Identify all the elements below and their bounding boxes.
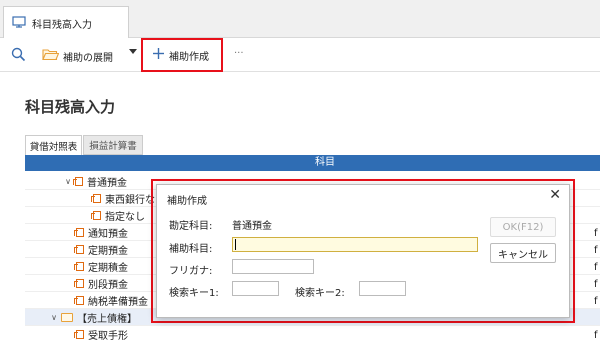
expand-subaccounts-label: 補助の展開	[63, 52, 113, 64]
truncated-cell: f	[594, 228, 598, 239]
tab-income-statement[interactable]: 損益計算書	[83, 135, 143, 155]
row-label: 別段預金	[88, 279, 128, 291]
truncated-cell: f	[594, 279, 598, 290]
row-label: 【売上債権】	[77, 313, 137, 325]
subaccount-input[interactable]	[232, 237, 478, 252]
toolbar: 補助の展開 補助作成 ···	[0, 38, 600, 72]
table-row[interactable]: 受取手形	[25, 326, 600, 342]
highlight-box-create-button	[141, 38, 223, 72]
row-label: 指定なし	[105, 211, 145, 223]
account-icon	[74, 244, 84, 254]
more-button[interactable]: ···	[234, 48, 244, 59]
truncated-cell: f	[594, 262, 598, 273]
tab-balance-sheet-label: 貸借対照表	[29, 141, 78, 153]
row-label: 受取手形	[88, 330, 128, 342]
account-icon	[73, 176, 83, 186]
ok-button[interactable]: OK(F12)	[490, 217, 556, 237]
search-icon[interactable]	[11, 47, 26, 62]
monitor-icon	[12, 15, 26, 31]
search-key1-input[interactable]	[232, 281, 279, 296]
account-icon	[74, 261, 84, 271]
row-label: 納税準備預金	[88, 296, 148, 308]
window-tabbar: 科目残高入力	[0, 0, 600, 39]
expand-subaccounts-button[interactable]: 補助の展開	[42, 48, 113, 64]
row-label: 普通預金	[87, 177, 127, 189]
chevron-down-icon[interactable]: ∨	[63, 177, 73, 186]
grid-header-account: 科目	[315, 157, 335, 168]
text-caret	[235, 239, 236, 250]
chevron-down-icon[interactable]: ∨	[49, 313, 59, 322]
account-icon	[74, 278, 84, 288]
account-value: 普通預金	[232, 221, 272, 232]
tab-income-statement-label: 損益計算書	[89, 141, 137, 152]
create-subaccount-dialog: 補助作成 ✕ 勘定科目: 普通預金 補助科目: フリガナ: 検索キー1: 検索キ…	[156, 184, 570, 318]
account-icon	[74, 329, 84, 339]
account-label: 勘定科目:	[169, 221, 213, 232]
search-key2-input[interactable]	[359, 281, 406, 296]
cancel-button[interactable]: キャンセル	[490, 243, 556, 263]
furigana-label: フリガナ:	[169, 266, 213, 277]
furigana-input[interactable]	[232, 259, 314, 274]
account-icon	[74, 295, 84, 305]
row-label: 通知預金	[88, 228, 128, 240]
folder-open-icon	[42, 48, 60, 64]
search-key1-label: 検索キー1:	[169, 288, 219, 299]
truncated-cell: f	[594, 245, 598, 256]
grid-header: 科目	[25, 155, 600, 171]
close-icon[interactable]: ✕	[549, 187, 561, 203]
subaccount-icon	[91, 210, 101, 220]
folder-icon	[61, 312, 73, 322]
truncated-cell: f	[594, 330, 598, 341]
search-key2-label: 検索キー2:	[295, 288, 345, 299]
subaccount-label: 補助科目:	[169, 244, 213, 255]
row-label: 定期預金	[88, 245, 128, 257]
window-tab-label: 科目残高入力	[32, 19, 92, 31]
tab-balance-sheet[interactable]: 貸借対照表	[25, 135, 82, 155]
subaccount-icon	[91, 193, 101, 203]
window-tab[interactable]: 科目残高入力	[3, 6, 129, 39]
page-title: 科目残高入力	[25, 98, 116, 116]
dialog-title: 補助作成	[167, 196, 207, 207]
dropdown-arrow-icon[interactable]	[129, 49, 137, 55]
truncated-cell: f	[594, 296, 598, 307]
account-icon	[74, 227, 84, 237]
row-label: 定期積金	[88, 262, 128, 274]
row-label: 東西銀行な	[105, 194, 155, 206]
